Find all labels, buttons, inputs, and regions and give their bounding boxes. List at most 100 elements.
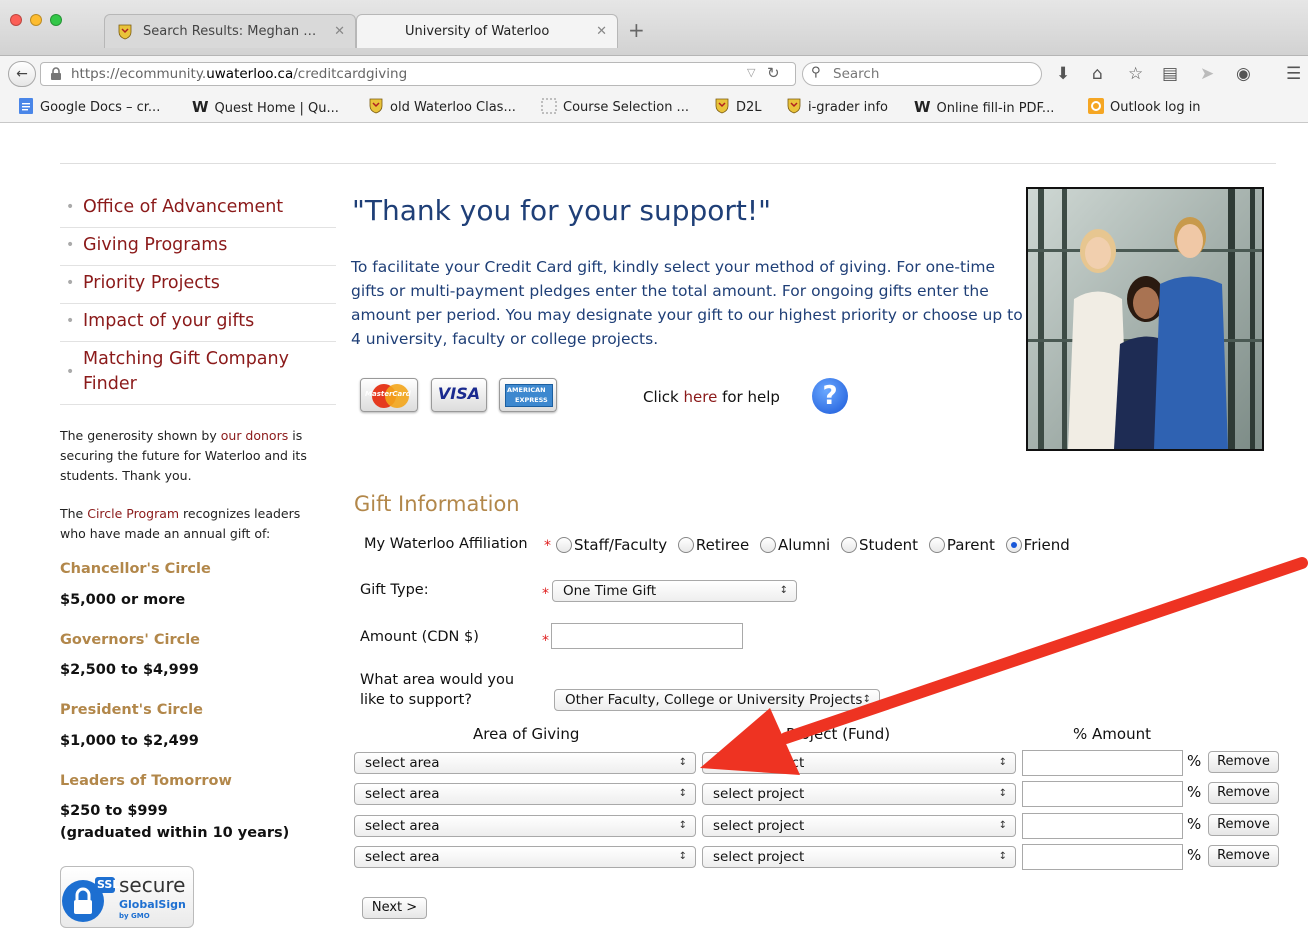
circle-program-link[interactable]: Circle Program — [87, 506, 179, 521]
radio-retiree[interactable]: Retiree — [677, 536, 749, 554]
search-placeholder: Search — [833, 66, 880, 82]
reload-icon[interactable]: ↻ — [767, 64, 780, 82]
students-photo — [1026, 187, 1264, 451]
remove-button[interactable]: Remove — [1208, 814, 1279, 836]
area-of-giving-select[interactable]: select area ↕ — [354, 846, 696, 868]
help-question-icon[interactable]: ? — [812, 378, 848, 414]
next-button[interactable]: Next > — [362, 897, 427, 919]
gift-information-heading: Gift Information — [354, 492, 520, 516]
remove-button[interactable]: Remove — [1208, 751, 1279, 773]
bookmark-i-grader[interactable]: i-grader info — [786, 98, 888, 117]
project-fund-select[interactable]: select project ↕ — [702, 846, 1016, 868]
bookmark-quest-home[interactable]: W Quest Home | Qu... — [192, 98, 339, 118]
radio-alumni[interactable]: Alumni — [760, 536, 830, 554]
new-tab-button[interactable]: + — [628, 18, 645, 42]
menu-icon[interactable]: ☰ — [1286, 62, 1301, 86]
select-arrows-icon: ↕ — [998, 788, 1007, 799]
radio-student[interactable]: Student — [841, 536, 918, 554]
percent-amount-input[interactable] — [1022, 813, 1183, 839]
circle-amount: $5,000 or more — [60, 592, 186, 608]
area-of-giving-select[interactable]: select area ↕ — [354, 752, 696, 774]
bullet-icon: • — [66, 237, 75, 253]
percent-sign: % — [1187, 783, 1202, 801]
radio-staff-faculty[interactable]: Staff/Faculty — [556, 536, 667, 554]
search-icon: ⚲ — [811, 65, 821, 80]
radio-friend[interactable]: Friend — [1005, 536, 1070, 554]
circle-name: President's Circle — [60, 702, 203, 718]
url-bar[interactable]: https://ecommunity.uwaterloo.ca/creditca… — [40, 62, 796, 86]
project-fund-select[interactable]: select project ↕ — [702, 815, 1016, 837]
intro-text: To facilitate your Credit Card gift, kin… — [351, 258, 1023, 348]
radio-icon — [928, 537, 945, 553]
radio-checked-icon — [1005, 537, 1022, 553]
download-icon[interactable]: ⬇ — [1056, 62, 1070, 86]
search-bar[interactable]: ⚲ Search — [802, 62, 1042, 86]
select-arrows-icon: ↕ — [998, 820, 1007, 831]
our-donors-link[interactable]: our donors — [221, 428, 289, 443]
affiliation-radio-group: Staff/Faculty Retiree Alumni Student Par… — [556, 536, 1076, 554]
reading-list-icon[interactable]: ▤ — [1162, 62, 1178, 86]
bookmark-online-fill-in-pdf[interactable]: W Online fill-in PDF... — [914, 98, 1054, 118]
column-header-amount: % Amount — [1073, 725, 1151, 743]
select-arrows-icon: ↕ — [862, 694, 871, 705]
sidebar-item-matching-gift-finder[interactable]: • Matching Gift Company Finder — [60, 342, 336, 405]
gift-type-select[interactable]: One Time Gift ↕ — [552, 580, 797, 602]
tab-title: University of Waterloo — [405, 24, 550, 39]
radio-icon — [760, 537, 776, 553]
tab-close-icon[interactable]: ✕ — [334, 15, 345, 49]
radio-parent[interactable]: Parent — [928, 536, 995, 554]
circle-note: (graduated within 10 years) — [60, 825, 290, 841]
tab-search-results[interactable]: Search Results: Meghan W... ✕ — [104, 14, 356, 48]
required-asterisk: * — [542, 633, 549, 649]
remove-button[interactable]: Remove — [1208, 782, 1279, 804]
bookmark-d2l[interactable]: D2L — [714, 98, 762, 117]
back-arrow-icon: ← — [16, 66, 28, 82]
share-icon[interactable]: ➤ — [1200, 62, 1214, 86]
url-dropdown-icon[interactable]: ▽ — [747, 66, 755, 79]
bookmark-old-waterloo[interactable]: old Waterloo Clas... — [368, 98, 516, 117]
percent-amount-input[interactable] — [1022, 781, 1183, 807]
chat-icon[interactable]: ◉ — [1236, 62, 1251, 86]
close-window-button[interactable] — [10, 14, 22, 26]
bookmark-outlook[interactable]: Outlook log in — [1088, 98, 1201, 117]
area-support-select[interactable]: Other Faculty, College or University Pro… — [554, 689, 880, 711]
amount-input[interactable] — [551, 623, 743, 649]
ssl-by: by GMO — [119, 912, 150, 920]
percent-amount-input[interactable] — [1022, 844, 1183, 870]
sidebar-item-office-of-advancement[interactable]: • Office of Advancement — [60, 190, 336, 228]
tab-university-of-waterloo[interactable]: University of Waterloo ✕ — [356, 14, 618, 48]
students-photo-image — [1028, 189, 1262, 449]
ssl-secure-badge[interactable]: SSL secure GlobalSign by GMO — [60, 866, 194, 928]
percent-amount-input[interactable] — [1022, 750, 1183, 776]
circle-amount: $1,000 to $2,499 — [60, 733, 199, 749]
circle-program-text: The Circle Program recognizes leaders wh… — [60, 506, 301, 541]
affiliation-label: My Waterloo Affiliation — [364, 536, 528, 552]
waterloo-shield-icon — [715, 98, 729, 114]
sidebar-item-giving-programs[interactable]: • Giving Programs — [60, 228, 336, 266]
area-of-giving-select[interactable]: select area ↕ — [354, 783, 696, 805]
tab-close-icon[interactable]: ✕ — [596, 15, 607, 49]
column-header-project: Project (Fund) — [786, 725, 891, 743]
lock-icon — [51, 67, 61, 80]
circle-name: Governors' Circle — [60, 632, 201, 648]
donors-text: The generosity shown by our donors is se… — [60, 428, 307, 483]
zoom-window-button[interactable] — [50, 14, 62, 26]
sidebar-item-impact-of-your-gifts[interactable]: • Impact of your gifts — [60, 304, 336, 342]
project-fund-select[interactable]: select project ↕ — [702, 783, 1016, 805]
minimize-window-button[interactable] — [30, 14, 42, 26]
remove-button[interactable]: Remove — [1208, 845, 1279, 867]
help-link[interactable]: here — [684, 388, 718, 406]
home-icon[interactable]: ⌂ — [1092, 62, 1103, 86]
bookmark-star-icon[interactable]: ☆ — [1128, 62, 1143, 86]
select-arrows-icon: ↕ — [678, 851, 687, 862]
project-fund-select[interactable]: select project ↕ — [702, 752, 1016, 774]
bookmark-course-selection[interactable]: Course Selection ... — [541, 98, 689, 117]
area-of-giving-select[interactable]: select area ↕ — [354, 815, 696, 837]
w-logo-icon: W — [914, 98, 931, 116]
back-button[interactable]: ← — [8, 61, 36, 87]
sidebar-item-priority-projects[interactable]: • Priority Projects — [60, 266, 336, 304]
select-arrows-icon: ↕ — [779, 585, 788, 596]
waterloo-shield-icon — [369, 98, 383, 114]
select-arrows-icon: ↕ — [678, 788, 687, 799]
bookmark-google-docs[interactable]: Google Docs – cr... — [18, 98, 160, 117]
